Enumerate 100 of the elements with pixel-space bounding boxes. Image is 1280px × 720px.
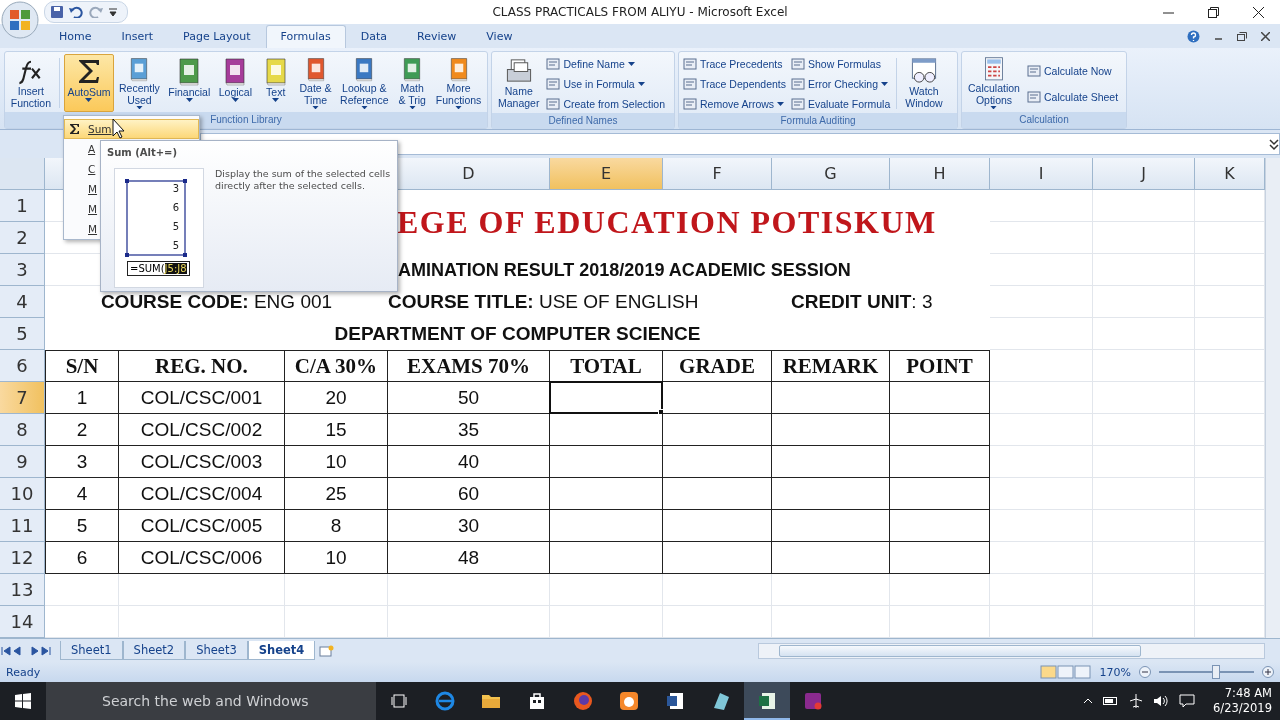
- table-cell[interactable]: [890, 414, 990, 446]
- row-header[interactable]: 12: [0, 542, 45, 574]
- table-cell[interactable]: [772, 414, 890, 446]
- column-header[interactable]: K: [1195, 158, 1265, 190]
- zoom-out-icon[interactable]: [1139, 666, 1151, 678]
- table-cell[interactable]: [663, 414, 772, 446]
- table-cell[interactable]: [772, 510, 890, 542]
- sheet-cell[interactable]: [990, 574, 1093, 606]
- clock-date[interactable]: 6/23/2019: [1213, 701, 1272, 716]
- ribbon-button[interactable]: Insert Function: [7, 54, 55, 112]
- table-cell[interactable]: [663, 478, 772, 510]
- sheet-nav-icon[interactable]: [0, 645, 54, 656]
- sheet-cell[interactable]: [1093, 382, 1195, 414]
- sheet-tab[interactable]: Sheet4: [247, 641, 316, 660]
- view-buttons-icon[interactable]: [1039, 665, 1092, 679]
- select-all-corner[interactable]: [0, 158, 45, 190]
- search-field[interactable]: Search the web and Windows: [46, 682, 376, 720]
- notification-icon[interactable]: [1179, 694, 1196, 708]
- ribbon-button[interactable]: Recently Used: [115, 54, 164, 112]
- menu-item[interactable]: Sum: [64, 119, 199, 139]
- customize-icon[interactable]: [109, 8, 117, 16]
- ribbon-button[interactable]: Lookup & Reference: [336, 54, 393, 112]
- ribbon-tab[interactable]: Review: [402, 25, 472, 48]
- ribbon-command[interactable]: Trace Dependents: [681, 75, 788, 93]
- spreadsheet-app-icon[interactable]: [744, 682, 790, 720]
- table-cell[interactable]: [663, 446, 772, 478]
- ribbon-tab[interactable]: Formulas: [265, 25, 346, 48]
- sheet-cell[interactable]: [1093, 222, 1195, 254]
- column-header[interactable]: E: [550, 158, 663, 190]
- ribbon-command[interactable]: Create from Selection: [544, 95, 667, 113]
- ribbon-tab[interactable]: Page Layout: [168, 25, 266, 48]
- row-header[interactable]: 9: [0, 446, 45, 478]
- ribbon-tab[interactable]: View: [471, 25, 528, 48]
- ribbon-button[interactable]: Text: [256, 54, 295, 112]
- ribbon-command[interactable]: Define Name: [544, 55, 667, 73]
- table-cell[interactable]: [550, 542, 663, 574]
- column-header[interactable]: G: [772, 158, 890, 190]
- ribbon-button[interactable]: More Functions: [432, 54, 485, 112]
- row-header[interactable]: 11: [0, 510, 45, 542]
- ribbon-command[interactable]: Trace Precedents: [681, 55, 788, 73]
- ribbon-command[interactable]: Evaluate Formula: [789, 95, 893, 113]
- table-cell[interactable]: [772, 382, 890, 414]
- ribbon-button[interactable]: Watch Window: [901, 54, 947, 112]
- insert-sheet-icon[interactable]: [319, 644, 336, 657]
- table-cell[interactable]: [772, 446, 890, 478]
- table-cell[interactable]: [550, 478, 663, 510]
- sheet-cell[interactable]: [1093, 190, 1195, 222]
- volume-icon[interactable]: [1153, 694, 1170, 708]
- column-header[interactable]: F: [663, 158, 772, 190]
- sheet-cell[interactable]: [1093, 574, 1195, 606]
- column-header[interactable]: H: [890, 158, 990, 190]
- table-cell[interactable]: [550, 510, 663, 542]
- ribbon-command[interactable]: Use in Formula: [544, 75, 667, 93]
- zoom-in-icon[interactable]: [1262, 666, 1274, 678]
- horizontal-scrollbar[interactable]: [758, 642, 1265, 659]
- ribbon-button[interactable]: Date & Time: [295, 54, 336, 112]
- ribbon-button[interactable]: Logical: [214, 54, 256, 112]
- close-icon[interactable]: [1261, 31, 1270, 41]
- table-cell[interactable]: [890, 542, 990, 574]
- table-cell[interactable]: [890, 382, 990, 414]
- table-cell[interactable]: [890, 478, 990, 510]
- ribbon-button[interactable]: Financial: [164, 54, 214, 112]
- table-cell[interactable]: [550, 414, 663, 446]
- row-header[interactable]: 8: [0, 414, 45, 446]
- save-icon[interactable]: [51, 6, 63, 18]
- row-header[interactable]: 14: [0, 606, 45, 638]
- row-header[interactable]: 13: [0, 574, 45, 606]
- battery-icon[interactable]: [1103, 696, 1120, 706]
- sheet-tab[interactable]: Sheet1: [60, 641, 123, 660]
- table-cell[interactable]: [772, 542, 890, 574]
- sheet-cell[interactable]: [1093, 414, 1195, 446]
- tray-caret-icon[interactable]: [1083, 698, 1094, 704]
- expand-icon[interactable]: [1269, 137, 1279, 151]
- restore-icon[interactable]: [1208, 6, 1219, 18]
- help-icon[interactable]: [1187, 29, 1200, 43]
- table-cell[interactable]: [663, 510, 772, 542]
- row-header[interactable]: 5: [0, 318, 45, 350]
- sheet-cell[interactable]: [1093, 510, 1195, 542]
- ribbon-button[interactable]: Calculation Options: [964, 54, 1024, 112]
- table-cell[interactable]: [890, 446, 990, 478]
- zoom-level[interactable]: 170%: [1099, 665, 1131, 679]
- zoom-thumb[interactable]: [1212, 665, 1220, 679]
- ribbon-command[interactable]: Error Checking: [789, 75, 893, 93]
- ribbon-command[interactable]: Remove Arrows: [681, 95, 788, 113]
- redo-icon[interactable]: [89, 6, 103, 18]
- sheet-cell[interactable]: [1093, 446, 1195, 478]
- clock-time[interactable]: 7:48 AM: [1224, 686, 1272, 701]
- ribbon-button[interactable]: Math & Trig: [393, 54, 432, 112]
- ribbon-tab[interactable]: Home: [44, 25, 107, 48]
- table-cell[interactable]: [772, 478, 890, 510]
- table-cell[interactable]: [890, 510, 990, 542]
- vertical-scrollbar[interactable]: [1265, 158, 1280, 638]
- ribbon-command[interactable]: Calculate Now: [1024, 62, 1121, 80]
- row-header[interactable]: 4: [0, 286, 45, 318]
- sheet-cell[interactable]: [1093, 286, 1195, 318]
- row-header[interactable]: 3: [0, 254, 45, 286]
- restore-icon[interactable]: [1237, 31, 1247, 41]
- ribbon-button[interactable]: AutoSum: [63, 54, 115, 112]
- undo-icon[interactable]: [69, 6, 83, 18]
- ribbon-button[interactable]: Name Manager: [494, 54, 544, 112]
